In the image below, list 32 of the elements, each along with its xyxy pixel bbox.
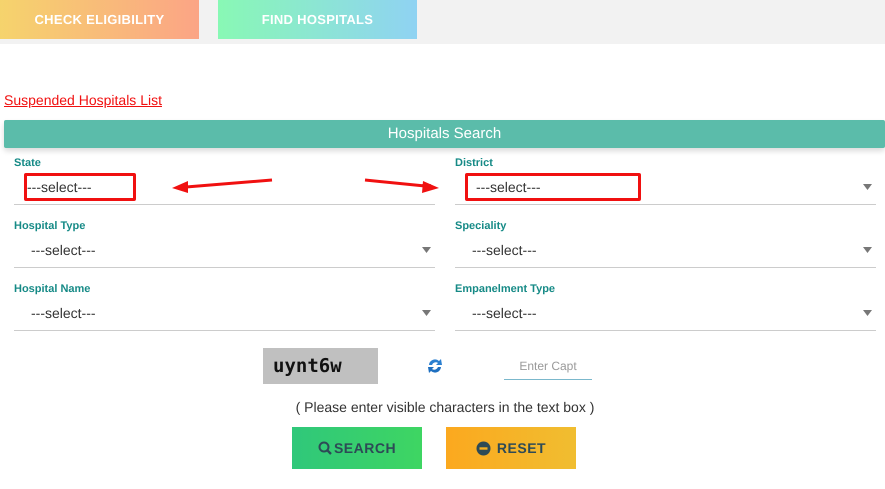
- refresh-icon[interactable]: [426, 357, 444, 375]
- field-label: Hospital Name: [14, 282, 92, 296]
- minus-circle-icon: [476, 440, 491, 456]
- search-icon: [318, 441, 332, 455]
- select-dropdown[interactable]: ---select---: [455, 170, 876, 205]
- select-dropdown[interactable]: ---select---: [14, 296, 435, 331]
- caret-icon: [422, 310, 431, 316]
- select-dropdown[interactable]: ---select---: [14, 170, 435, 205]
- captcha-image: uynt6w: [263, 348, 378, 384]
- select-value: ---select---: [471, 241, 538, 260]
- field-label: Empanelment Type: [455, 282, 556, 296]
- caret-icon: [863, 310, 872, 316]
- caret-icon: [863, 184, 872, 190]
- field-label: State: [14, 156, 42, 170]
- select-dropdown[interactable]: ---select---: [14, 233, 435, 268]
- select-value: ---select---: [30, 241, 97, 260]
- select-dropdown[interactable]: ---select---: [455, 233, 876, 268]
- suspended-list-link[interactable]: Suspended Hospitals List: [4, 92, 162, 108]
- panel-header: Hospitals Search: [4, 120, 885, 148]
- field-label: Speciality: [455, 219, 508, 233]
- caret-icon: [863, 247, 872, 253]
- captcha-hint: ( Please enter visible characters in the text box ): [294, 399, 596, 415]
- field-label: District: [455, 156, 494, 170]
- field-label: Hospital Type: [14, 219, 86, 233]
- select-value: ---select---: [471, 304, 538, 323]
- select-value: ---select---: [30, 304, 97, 323]
- caret-icon: [422, 247, 431, 253]
- search-button[interactable]: SEARCH: [292, 427, 422, 469]
- select-dropdown[interactable]: ---select---: [455, 296, 876, 331]
- select-value: ---select---: [24, 173, 136, 201]
- reset-button[interactable]: RESET: [446, 427, 576, 469]
- select-value: ---select---: [465, 173, 641, 201]
